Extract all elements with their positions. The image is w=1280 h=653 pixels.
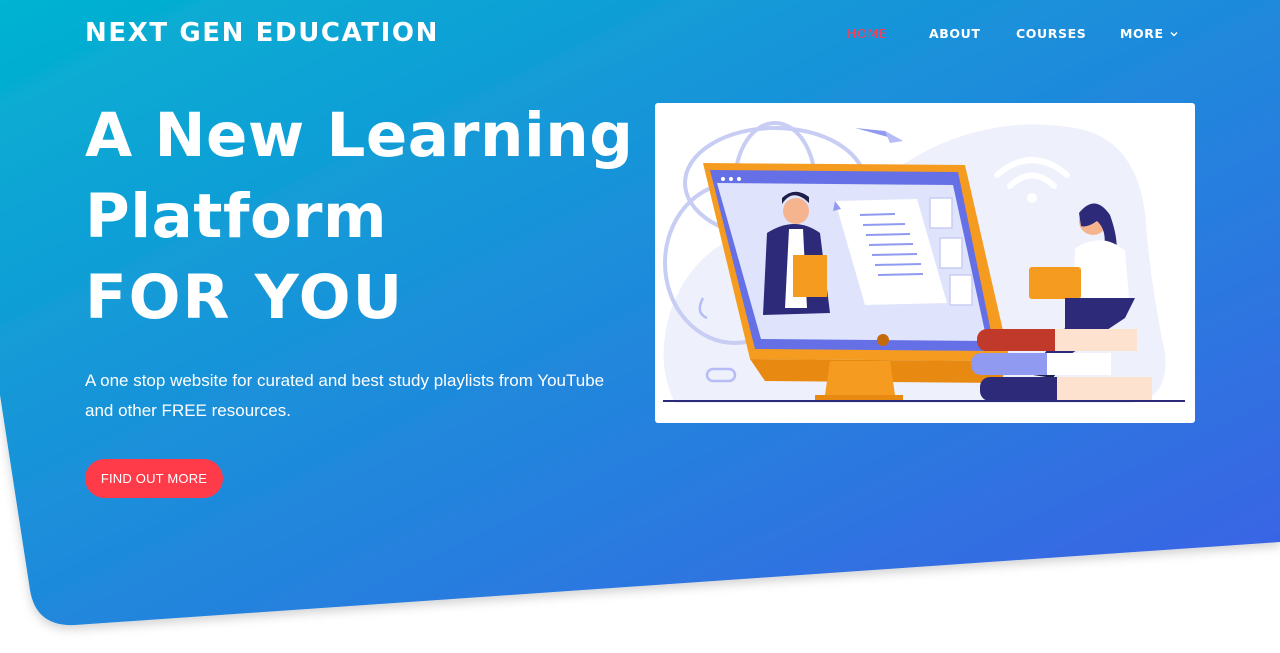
nav-link-home[interactable]: HOME [847,26,887,42]
nav-link-about[interactable]: ABOUT [929,26,981,42]
headline-line-2: Platform [85,181,388,252]
chevron-down-icon [1170,32,1178,37]
hero-subtitle: A one stop website for curated and best … [85,371,605,420]
find-out-more-button[interactable]: FIND OUT MORE [85,459,223,498]
nav-link-more[interactable]: MORE [1120,26,1178,42]
nav-link-courses[interactable]: COURSES [1016,26,1086,42]
top-navbar: NEXT GEN EDUCATION HOME ABOUT COURSES MO… [0,0,1280,68]
headline-line-1: A New Learning [85,100,634,171]
hero-headline: A New Learning Platform FOR YOU [85,95,633,338]
headline-line-3: FOR YOU [85,262,405,333]
nav-link-more-label: MORE [1120,26,1164,41]
brand-logo[interactable]: NEXT GEN EDUCATION [85,17,439,49]
hero-illustration-card [655,103,1195,423]
online-learning-illustration [663,121,1185,404]
